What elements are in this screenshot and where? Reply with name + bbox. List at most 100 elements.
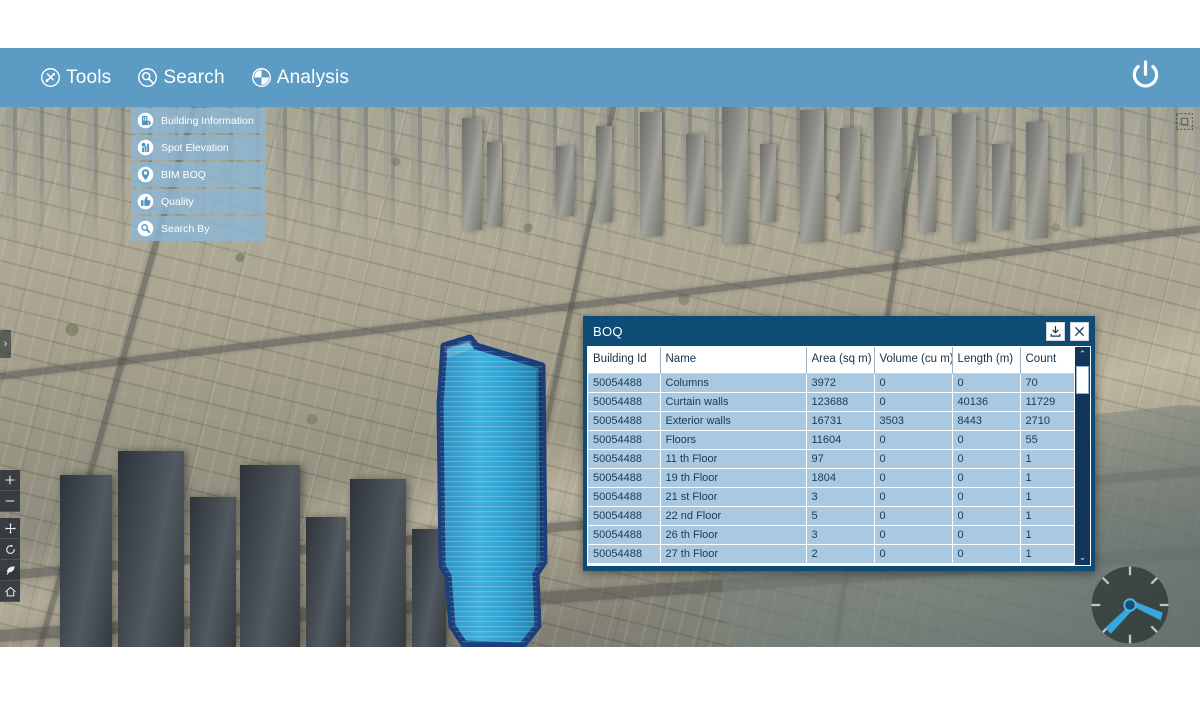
- scrollbar-track[interactable]: [1075, 362, 1090, 550]
- scroll-down-button[interactable]: ⌄: [1075, 550, 1090, 565]
- cell-building-id: 50054488: [588, 468, 660, 487]
- menu-item-quality[interactable]: Quality: [131, 189, 266, 214]
- cell-building-id: 50054488: [588, 487, 660, 506]
- cell-building-id: 50054488: [588, 525, 660, 544]
- cell-count: 11729: [1020, 392, 1075, 411]
- cell-count: 1: [1020, 449, 1075, 468]
- cell-name: 19 th Floor: [660, 468, 806, 487]
- menu-item-search-by[interactable]: Search By: [131, 216, 266, 241]
- table-row[interactable]: 5005448827 th Floor2001: [588, 544, 1075, 563]
- cell-length: 0: [952, 468, 1020, 487]
- close-button[interactable]: [1070, 322, 1089, 341]
- cell-building-id: 50054488: [588, 430, 660, 449]
- cell-volume: 0: [874, 487, 952, 506]
- table-row[interactable]: 50054488Columns39720070: [588, 373, 1075, 392]
- table-header-row: Building Id Name Area (sq m) Volume (cu …: [588, 347, 1075, 373]
- scrollbar-thumb[interactable]: [1076, 366, 1089, 394]
- magnifier-icon: [137, 220, 154, 237]
- column-header-volume[interactable]: Volume (cu m): [874, 347, 952, 373]
- pan-button[interactable]: [0, 518, 20, 539]
- rotate-button[interactable]: [0, 539, 20, 560]
- cell-volume: 0: [874, 373, 952, 392]
- cell-volume: 0: [874, 525, 952, 544]
- cell-building-id: 50054488: [588, 411, 660, 430]
- table-row[interactable]: 5005448811 th Floor97001: [588, 449, 1075, 468]
- cell-area: 11604: [806, 430, 874, 449]
- boq-grid-wrapper: Building Id Name Area (sq m) Volume (cu …: [583, 346, 1095, 571]
- cell-name: Columns: [660, 373, 806, 392]
- toolbar-item-label: Tools: [66, 67, 111, 89]
- map-tool-rail: [0, 470, 20, 602]
- search-icon: [137, 67, 158, 88]
- boq-panel: BOQ: [583, 316, 1095, 571]
- cell-length: 40136: [952, 392, 1020, 411]
- sidebar-expand-handle[interactable]: ›: [0, 330, 11, 358]
- expand-dashed-icon[interactable]: [1175, 112, 1194, 131]
- cell-volume: 0: [874, 468, 952, 487]
- toolbar-item-label: Analysis: [277, 67, 349, 89]
- column-header-name[interactable]: Name: [660, 347, 806, 373]
- cell-volume: 0: [874, 449, 952, 468]
- toolbar-item-analysis[interactable]: Analysis: [251, 67, 349, 89]
- table-row[interactable]: 5005448819 th Floor1804001: [588, 468, 1075, 487]
- column-header-area[interactable]: Area (sq m): [806, 347, 874, 373]
- toolbar-item-tools[interactable]: Tools: [40, 67, 111, 89]
- foreground-towers: [40, 377, 470, 647]
- zoom-in-button[interactable]: [0, 470, 20, 491]
- cell-building-id: 50054488: [588, 544, 660, 563]
- cell-building-id: 50054488: [588, 506, 660, 525]
- selected-building-highlight[interactable]: [418, 326, 593, 647]
- cell-name: 21 st Floor: [660, 487, 806, 506]
- toolbar-item-search[interactable]: Search: [137, 67, 224, 89]
- boq-panel-title: BOQ: [593, 324, 623, 339]
- cell-count: 70: [1020, 373, 1075, 392]
- cell-volume: 3503: [874, 411, 952, 430]
- column-header-length[interactable]: Length (m): [952, 347, 1020, 373]
- measure-button[interactable]: [0, 560, 20, 581]
- scroll-up-button[interactable]: ⌃: [1075, 347, 1090, 362]
- menu-item-label: Building Information: [161, 115, 254, 127]
- table-row[interactable]: 50054488Exterior walls16731350384432710: [588, 411, 1075, 430]
- menu-item-spot-elevation[interactable]: Spot Elevation: [131, 135, 266, 160]
- column-header-count[interactable]: Count: [1020, 347, 1075, 373]
- minus-icon: [4, 495, 16, 507]
- table-row[interactable]: 50054488Floors116040055: [588, 430, 1075, 449]
- cell-area: 123688: [806, 392, 874, 411]
- boq-grid[interactable]: Building Id Name Area (sq m) Volume (cu …: [587, 346, 1075, 566]
- tools-icon: [40, 67, 61, 88]
- menu-item-bim-boq[interactable]: BIM BOQ: [131, 162, 266, 187]
- cell-name: Exterior walls: [660, 411, 806, 430]
- cell-count: 1: [1020, 487, 1075, 506]
- cell-name: 11 th Floor: [660, 449, 806, 468]
- table-row[interactable]: 5005448826 th Floor3001: [588, 525, 1075, 544]
- power-icon[interactable]: [1127, 57, 1164, 99]
- building-info-icon: [137, 112, 154, 129]
- close-icon: [1073, 325, 1086, 338]
- cell-length: 0: [952, 544, 1020, 563]
- zoom-out-button[interactable]: [0, 491, 20, 512]
- home-button[interactable]: [0, 581, 20, 602]
- cell-volume: 0: [874, 544, 952, 563]
- download-button[interactable]: [1046, 322, 1065, 341]
- table-row[interactable]: 50054488Curtain walls12368804013611729: [588, 392, 1075, 411]
- map-pin-icon: [137, 166, 154, 183]
- menu-item-label: BIM BOQ: [161, 169, 206, 181]
- cell-building-id: 50054488: [588, 373, 660, 392]
- cell-area: 97: [806, 449, 874, 468]
- menu-item-label: Spot Elevation: [161, 142, 229, 154]
- cell-volume: 0: [874, 430, 952, 449]
- cell-name: 22 nd Floor: [660, 506, 806, 525]
- cell-length: 0: [952, 430, 1020, 449]
- cell-name: Curtain walls: [660, 392, 806, 411]
- bar-chart-icon: [137, 139, 154, 156]
- cell-count: 2710: [1020, 411, 1075, 430]
- boq-vertical-scrollbar[interactable]: ⌃ ⌄: [1075, 346, 1091, 566]
- table-row[interactable]: 5005448821 st Floor3001: [588, 487, 1075, 506]
- cell-length: 8443: [952, 411, 1020, 430]
- menu-item-building-information[interactable]: Building Information: [131, 108, 266, 133]
- table-row[interactable]: 5005448822 nd Floor5001: [588, 506, 1075, 525]
- thumbs-up-icon: [137, 193, 154, 210]
- compass-navigator-icon[interactable]: [1082, 557, 1178, 653]
- column-header-building-id[interactable]: Building Id: [588, 347, 660, 373]
- cell-length: 0: [952, 373, 1020, 392]
